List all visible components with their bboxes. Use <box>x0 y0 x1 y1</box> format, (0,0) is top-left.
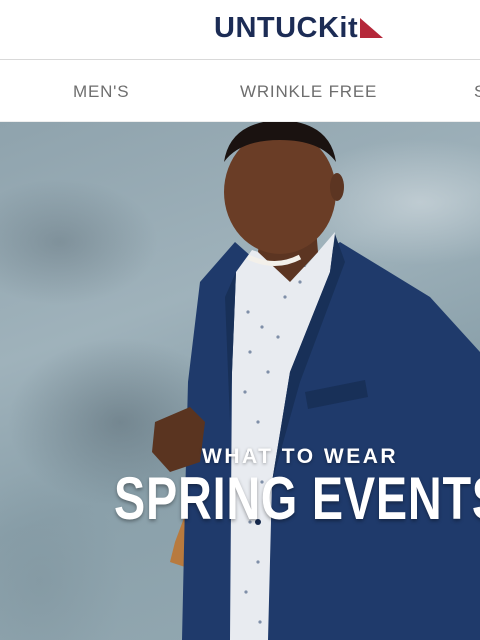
logo-wordmark: UNTUCKit <box>214 11 359 44</box>
brand-logo[interactable]: UNTUCKit <box>214 10 385 46</box>
site-header: UNTUCKit <box>0 0 480 60</box>
hero-headline: SPRING EVENTS <box>114 465 480 532</box>
nav-item-mens[interactable]: MEN'S <box>73 83 129 100</box>
hero-banner[interactable]: WHAT TO WEAR SPRING EVENTS <box>0 122 480 640</box>
category-nav: MEN'S WRINKLE FREE S <box>0 61 480 122</box>
logo-triangle-icon <box>360 18 384 38</box>
nav-item-wrinkle-free[interactable]: WRINKLE FREE <box>240 83 377 100</box>
nav-item-partial[interactable]: S <box>474 83 480 100</box>
hero-model-image <box>152 122 480 640</box>
